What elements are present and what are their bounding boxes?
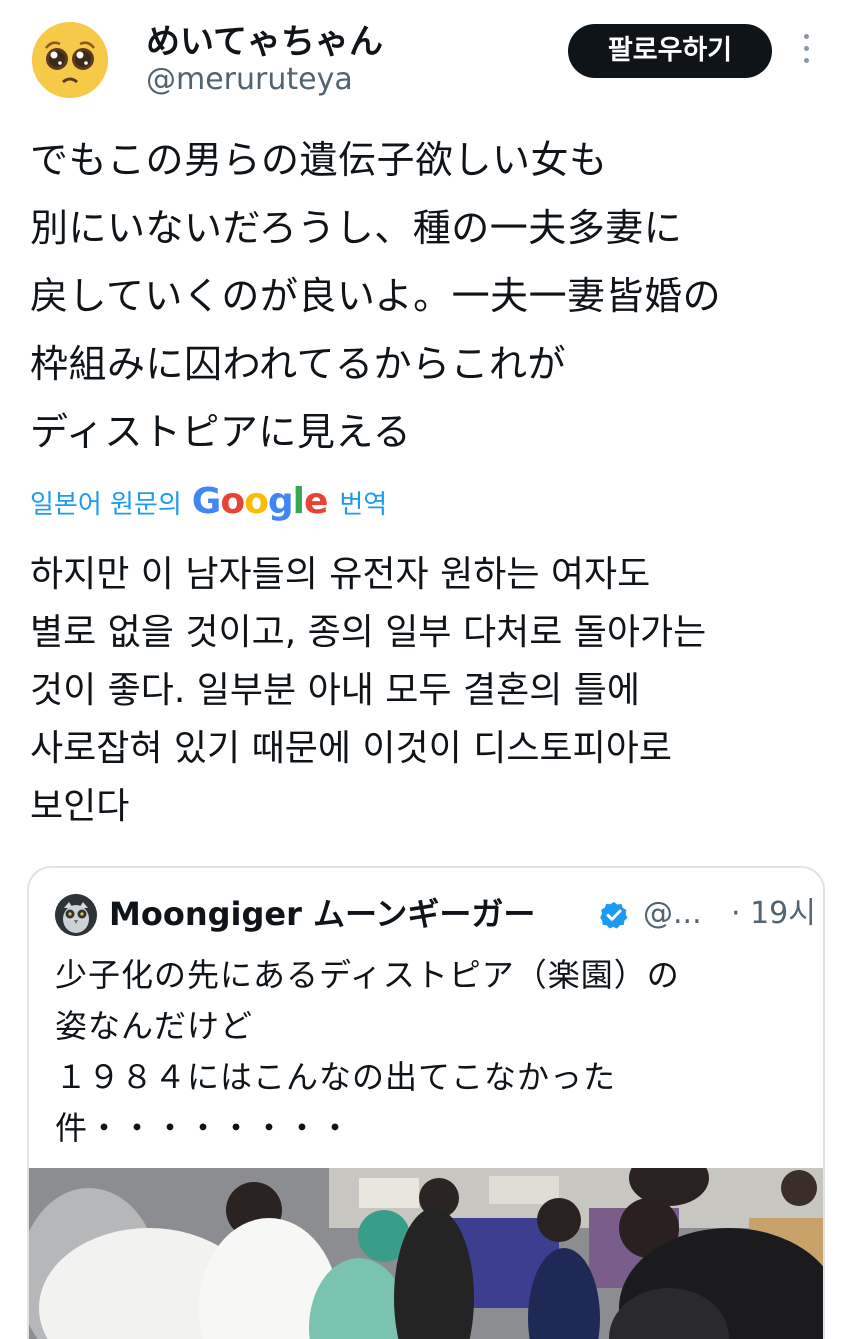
- text-line: 戻していくのが良いよ。一夫一妻皆婚の: [30, 274, 722, 318]
- quoted-post-card[interactable]: Moongiger ムーンギーガー @... · 19시 少子化の先にあるディス…: [27, 866, 825, 1339]
- author-display-name[interactable]: めいてゃちゃん: [146, 14, 383, 63]
- quoted-post-header: Moongiger ムーンギーガー @... · 19시: [55, 892, 816, 936]
- text-line: 것이 좋다. 일부분 아내 모두 결혼의 틀에: [30, 670, 641, 711]
- more-dot: [803, 34, 809, 39]
- quoted-post-media-image[interactable]: [29, 1168, 823, 1339]
- pleading-face-emoji-icon: [32, 22, 108, 98]
- quoted-author-avatar[interactable]: [55, 894, 97, 936]
- text-line: 보인다: [30, 786, 130, 827]
- tweet-translated-text: 하지만 이 남자들의 유전자 원하는 여자도 별로 없을 것이고, 종의 일부 …: [30, 546, 830, 836]
- quoted-author-handle[interactable]: @...: [643, 892, 702, 936]
- text-line: 사로잡혀 있기 때문에 이것이 디스토피아로: [30, 728, 672, 769]
- text-line: 枠組みに囚われてるからこれが: [30, 342, 566, 386]
- text-line: 少子化の先にあるディストピア（楽園）の: [55, 956, 680, 994]
- text-line: 姿なんだけど: [55, 1007, 254, 1045]
- quoted-post-time[interactable]: · 19시: [731, 892, 816, 936]
- translation-suffix: 번역: [339, 489, 388, 520]
- google-logo: Google: [191, 481, 329, 522]
- quoted-author-display-name[interactable]: Moongiger ムーンギーガー: [109, 892, 535, 936]
- author-handle[interactable]: @meruruteya: [146, 62, 353, 97]
- tweet-page: めいてゃちゃん @meruruteya 팔로우하기 でもこの男らの遺伝子欲しい女…: [0, 0, 850, 1339]
- verified-badge-icon: [600, 901, 628, 929]
- text-line: 하지만 이 남자들의 유전자 원하는 여자도: [30, 554, 651, 595]
- text-line: 件・・・・・・・・: [55, 1109, 353, 1147]
- text-line: ディストピアに見える: [30, 410, 412, 454]
- translation-prefix: 일본어 원문의: [30, 489, 182, 520]
- more-options-icon[interactable]: [794, 34, 818, 70]
- translation-attribution-link[interactable]: 일본어 원문의 Google 번역: [30, 478, 387, 526]
- quoted-post-text: 少子化の先にあるディストピア（楽園）の 姿なんだけど １９８４にはこんなの出てこ…: [55, 950, 805, 1154]
- author-avatar[interactable]: [32, 22, 108, 98]
- more-dot: [803, 58, 809, 63]
- tweet-original-text: でもこの男らの遺伝子欲しい女も 別にいないだろうし、種の一夫多妻に 戻していくの…: [30, 126, 820, 466]
- tweet-header: めいてゃちゃん @meruruteya 팔로우하기: [0, 0, 850, 120]
- text-line: 別にいないだろうし、種の一夫多妻に: [30, 206, 683, 250]
- follow-button[interactable]: 팔로우하기: [568, 24, 772, 78]
- text-line: でもこの男らの遺伝子欲しい女も: [30, 138, 608, 182]
- owl-avatar-icon: [55, 894, 97, 936]
- text-line: 별로 없을 것이고, 종의 일부 다처로 돌아가는: [30, 612, 707, 653]
- more-dot: [803, 46, 809, 51]
- crowd-photo: [29, 1168, 823, 1339]
- text-line: １９８４にはこんなの出てこなかった: [55, 1058, 617, 1096]
